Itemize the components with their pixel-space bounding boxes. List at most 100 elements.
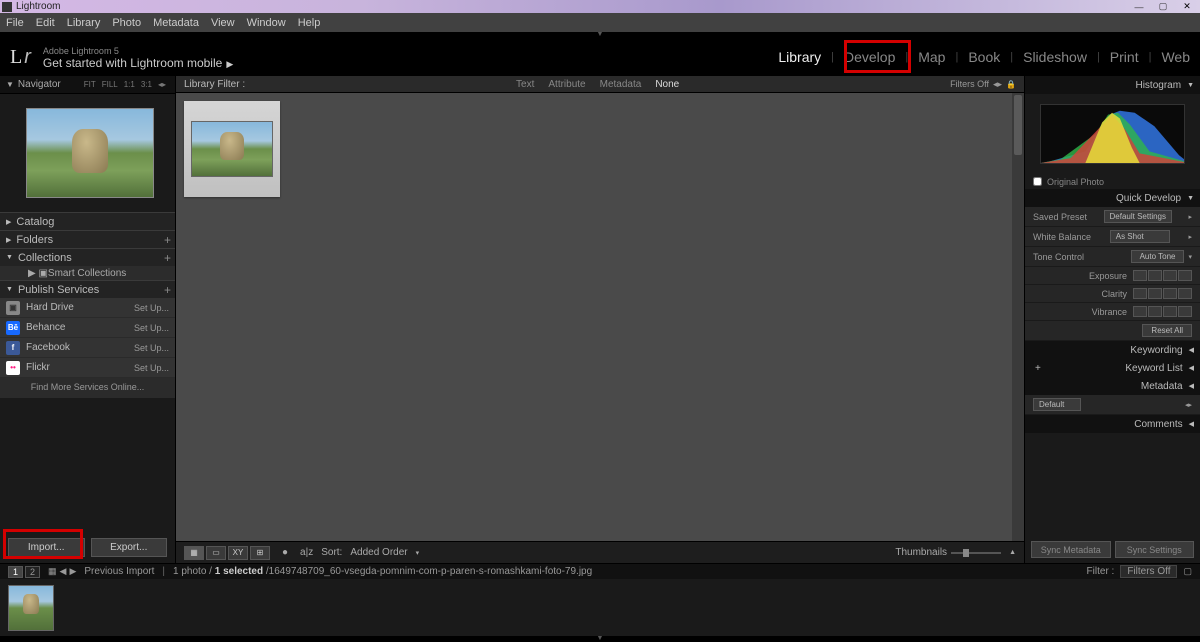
stepper-button[interactable] bbox=[1148, 270, 1162, 281]
publish-facebook[interactable]: fFacebookSet Up... bbox=[0, 338, 175, 358]
menu-window[interactable]: Window bbox=[247, 17, 286, 29]
comments-header[interactable]: Comments◀ bbox=[1025, 415, 1200, 433]
export-button[interactable]: Export... bbox=[91, 538, 168, 557]
view-loupe-icon[interactable]: ▭ bbox=[206, 546, 226, 560]
window-maximize[interactable]: ▢ bbox=[1152, 1, 1174, 12]
grid-cell[interactable] bbox=[184, 101, 280, 197]
window-minimize[interactable]: — bbox=[1128, 1, 1150, 12]
view-grid-icon[interactable]: ▦ bbox=[184, 546, 204, 560]
toolbar-collapse-icon[interactable]: ▲ bbox=[1009, 549, 1016, 556]
menu-help[interactable]: Help bbox=[298, 17, 321, 29]
monitor-2[interactable]: 2 bbox=[25, 566, 40, 578]
module-print[interactable]: Print bbox=[1110, 49, 1139, 65]
smart-collections[interactable]: ▶ ▣ Smart Collections bbox=[0, 266, 175, 280]
chevron-icon[interactable]: ◂▸ bbox=[993, 79, 1002, 90]
module-map[interactable]: Map bbox=[918, 49, 945, 65]
monitor-1[interactable]: 1 bbox=[8, 566, 23, 578]
scrollbar[interactable] bbox=[1012, 93, 1024, 541]
filmstrip[interactable] bbox=[0, 579, 1200, 636]
nav-1to1[interactable]: 1:1 bbox=[124, 80, 135, 89]
module-web[interactable]: Web bbox=[1161, 49, 1190, 65]
filter-text[interactable]: Text bbox=[516, 79, 534, 90]
disclose-icon[interactable]: ▾ bbox=[1188, 253, 1192, 261]
thumbnail-size-slider[interactable] bbox=[951, 552, 1001, 554]
menu-library[interactable]: Library bbox=[67, 17, 101, 29]
filmstrip-thumbnail[interactable] bbox=[8, 585, 54, 631]
checkbox[interactable] bbox=[1033, 177, 1042, 186]
nav-3to1[interactable]: 3:1 bbox=[141, 80, 152, 89]
menu-photo[interactable]: Photo bbox=[112, 17, 141, 29]
disclose-icon[interactable]: ▸ bbox=[1188, 213, 1192, 221]
keywording-header[interactable]: Keywording◀ bbox=[1025, 341, 1200, 359]
menu-view[interactable]: View bbox=[211, 17, 235, 29]
disclose-icon[interactable]: ▸ bbox=[1188, 233, 1192, 241]
module-book[interactable]: Book bbox=[968, 49, 1000, 65]
navigator-preview[interactable] bbox=[0, 94, 175, 212]
keywordlist-header[interactable]: +Keyword List◀ bbox=[1025, 359, 1200, 377]
stepper-button[interactable] bbox=[1148, 306, 1162, 317]
add-publish-icon[interactable]: + bbox=[164, 283, 171, 297]
stepper-button[interactable] bbox=[1178, 288, 1192, 299]
view-survey-icon[interactable]: ⊞ bbox=[250, 546, 270, 560]
forward-icon[interactable]: ▶ bbox=[69, 566, 76, 577]
painter-icon[interactable]: ● bbox=[278, 547, 292, 558]
auto-tone-button[interactable]: Auto Tone bbox=[1131, 250, 1185, 263]
filter-attribute[interactable]: Attribute bbox=[548, 79, 585, 90]
stepper-button[interactable] bbox=[1163, 306, 1177, 317]
publish-harddrive[interactable]: ▣Hard DriveSet Up... bbox=[0, 298, 175, 318]
filter-select[interactable]: Filters Off bbox=[1120, 565, 1177, 578]
add-folder-icon[interactable]: + bbox=[164, 233, 171, 247]
filter-metadata[interactable]: Metadata bbox=[600, 79, 642, 90]
menu-metadata[interactable]: Metadata bbox=[153, 17, 199, 29]
module-slideshow[interactable]: Slideshow bbox=[1023, 49, 1087, 65]
reset-all-button[interactable]: Reset All bbox=[1142, 324, 1192, 337]
sync-settings-button[interactable]: Sync Settings bbox=[1115, 541, 1195, 558]
chevron-icon[interactable]: ◂▸ bbox=[158, 80, 166, 89]
module-develop[interactable]: Develop bbox=[844, 49, 895, 65]
setup-link[interactable]: Set Up... bbox=[134, 343, 169, 353]
setup-link[interactable]: Set Up... bbox=[134, 303, 169, 313]
find-more-services[interactable]: Find More Services Online... bbox=[0, 378, 175, 398]
stepper-button[interactable] bbox=[1133, 306, 1147, 317]
quick-develop-header[interactable]: Quick Develop▼ bbox=[1025, 189, 1200, 207]
nav-fill[interactable]: FILL bbox=[102, 80, 118, 89]
sync-metadata-button[interactable]: Sync Metadata bbox=[1031, 541, 1111, 558]
module-library[interactable]: Library bbox=[778, 49, 821, 65]
filter-toggle-icon[interactable]: ▢ bbox=[1183, 566, 1192, 577]
stepper-button[interactable] bbox=[1133, 288, 1147, 299]
import-button[interactable]: Import... bbox=[8, 538, 85, 557]
setup-link[interactable]: Set Up... bbox=[134, 323, 169, 333]
grid-view[interactable] bbox=[176, 93, 1024, 541]
menu-edit[interactable]: Edit bbox=[36, 17, 55, 29]
identity-big[interactable]: Get started with Lightroom mobile▶ bbox=[43, 57, 233, 70]
stepper-button[interactable] bbox=[1148, 288, 1162, 299]
add-collection-icon[interactable]: + bbox=[164, 251, 171, 265]
metadata-preset-select[interactable]: Default bbox=[1033, 398, 1081, 411]
disclose-icon[interactable]: ◂▸ bbox=[1185, 401, 1192, 409]
publish-behance[interactable]: BēBehanceSet Up... bbox=[0, 318, 175, 338]
stepper-button[interactable] bbox=[1163, 288, 1177, 299]
menu-file[interactable]: File bbox=[6, 17, 24, 29]
stepper-button[interactable] bbox=[1178, 270, 1192, 281]
folders-header[interactable]: ▶Folders+ bbox=[0, 230, 175, 248]
grid-icon[interactable]: ▦ bbox=[48, 566, 57, 577]
original-photo-check[interactable]: Original Photo bbox=[1025, 174, 1200, 189]
stepper-button[interactable] bbox=[1178, 306, 1192, 317]
navigator-header[interactable]: ▼ Navigator FIT FILL 1:1 3:1 ◂▸ bbox=[0, 76, 175, 94]
view-compare-icon[interactable]: XY bbox=[228, 546, 248, 560]
publish-flickr[interactable]: ••FlickrSet Up... bbox=[0, 358, 175, 378]
collections-header[interactable]: ▼Collections+ bbox=[0, 248, 175, 266]
back-icon[interactable]: ◀ bbox=[60, 566, 67, 577]
filter-preset[interactable]: Filters Off bbox=[950, 79, 989, 89]
publish-header[interactable]: ▼Publish Services+ bbox=[0, 280, 175, 298]
window-close[interactable]: ✕ bbox=[1176, 1, 1198, 12]
source-label[interactable]: Previous Import bbox=[84, 566, 154, 577]
wb-select[interactable]: As Shot bbox=[1110, 230, 1170, 243]
histogram-header[interactable]: Histogram▼ bbox=[1025, 76, 1200, 94]
stepper-button[interactable] bbox=[1163, 270, 1177, 281]
setup-link[interactable]: Set Up... bbox=[134, 363, 169, 373]
nav-fit[interactable]: FIT bbox=[84, 80, 96, 89]
sort-direction-icon[interactable]: a|z bbox=[300, 547, 313, 558]
sort-value[interactable]: Added Order bbox=[350, 547, 407, 558]
lock-icon[interactable]: 🔒 bbox=[1006, 80, 1016, 89]
